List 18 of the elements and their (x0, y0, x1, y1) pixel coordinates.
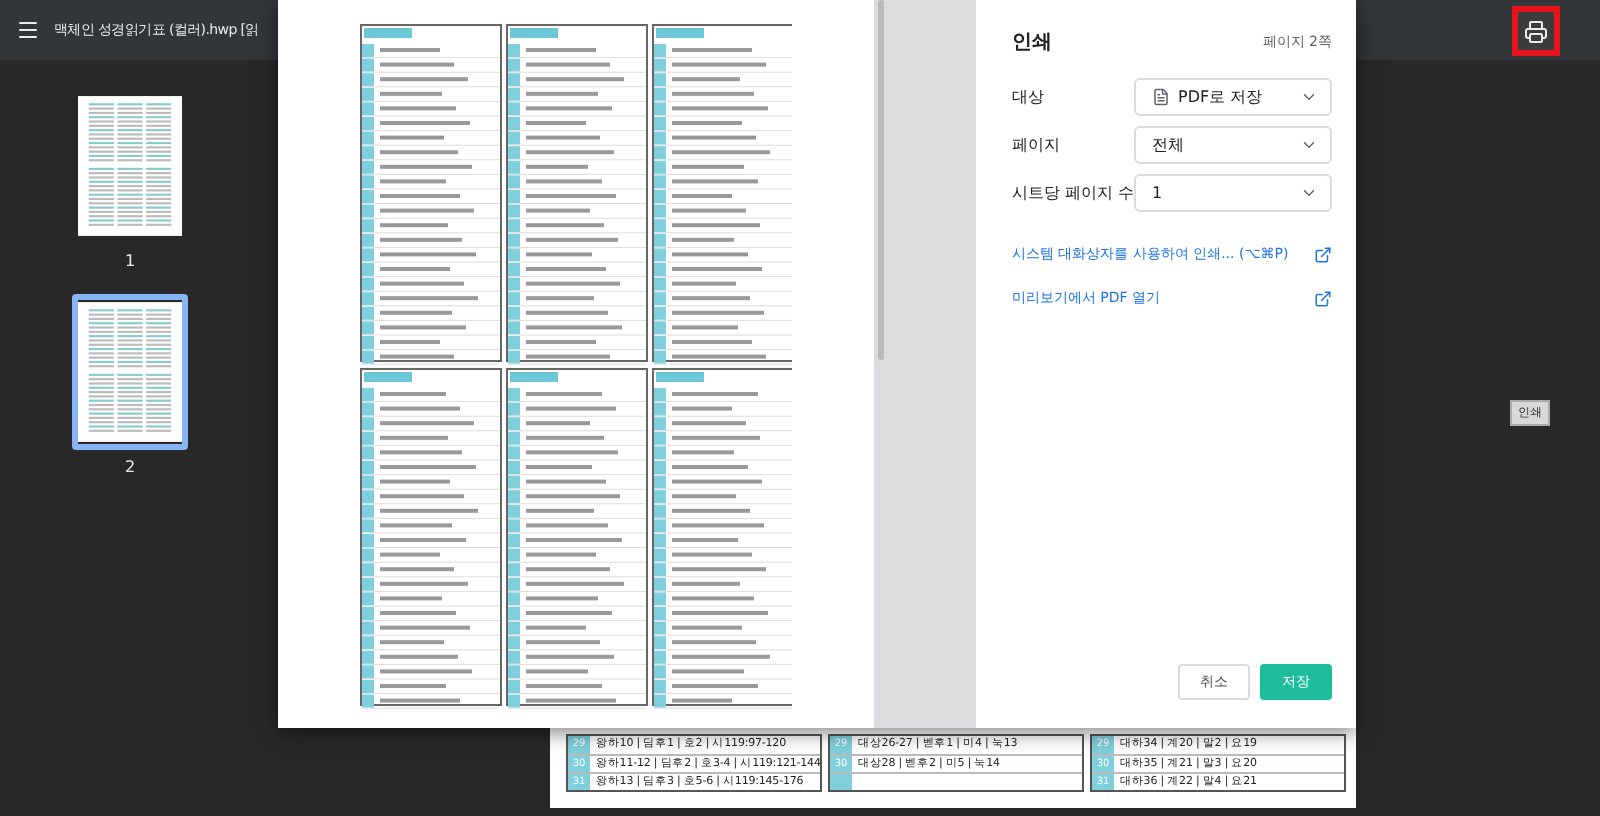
row-number (830, 774, 852, 790)
external-link-icon[interactable] (1314, 289, 1332, 307)
page-thumbnail[interactable] (72, 294, 188, 450)
page-number: 1 (124, 252, 136, 270)
document-icon (1152, 87, 1170, 105)
menu-icon[interactable] (16, 18, 40, 42)
printer-icon (1524, 19, 1548, 43)
setting-select[interactable]: 전체 (1134, 125, 1332, 163)
setting-select[interactable]: 1 (1134, 173, 1332, 211)
setting-select[interactable]: PDF로 저장 (1134, 77, 1332, 115)
print-button[interactable] (1512, 6, 1560, 56)
scrollbar[interactable] (878, 0, 884, 360)
setting-label: 페이지 (1011, 133, 1060, 155)
dialog-title: 인쇄 (1011, 30, 1052, 56)
page-number: 2 (124, 458, 136, 476)
external-link-icon[interactable] (1314, 245, 1332, 263)
setting-label: 시트당 페이지 수 (1011, 181, 1134, 203)
setting-label: 대상 (1011, 85, 1044, 107)
